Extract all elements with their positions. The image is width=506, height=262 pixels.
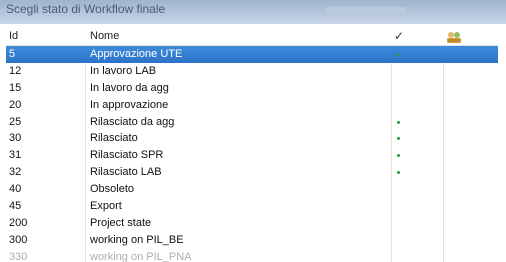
cell-id: 12: [9, 64, 22, 77]
cell-id: 40: [9, 183, 22, 196]
workflow-state-dialog: Scegli stato di Workflow finale Id Nome …: [0, 0, 506, 262]
cell-nome: Obsoleto: [90, 183, 135, 196]
cell-nome: working on PIL_BE: [90, 233, 184, 246]
check-icon[interactable]: ✓: [394, 29, 404, 43]
cell-nome: Project state: [90, 216, 152, 229]
cell-nome: Rilasciato: [90, 132, 138, 145]
cell-id: 32: [9, 166, 22, 179]
table-row[interactable]: 15 In lavoro da agg: [6, 80, 498, 97]
grid-rows: 5 Approvazione UTE 12 In lavoro LAB 15 In lav…: [6, 46, 498, 262]
cell-nome: In lavoro da agg: [90, 81, 169, 94]
table-row[interactable]: 31 Rilasciato SPR: [6, 147, 498, 164]
table-row[interactable]: 45 Export: [6, 198, 498, 215]
table-row[interactable]: 300 working on PIL_BE: [6, 232, 498, 249]
table-row[interactable]: 200 Project state: [6, 215, 498, 232]
window-title: Scegli stato di Workflow finale: [6, 2, 166, 16]
cell-nome: Export: [90, 200, 122, 213]
column-header-nome[interactable]: Nome: [90, 30, 119, 42]
table-row[interactable]: 12 In lavoro LAB: [6, 63, 498, 80]
status-dot-icon: [397, 171, 400, 175]
cell-id: 20: [9, 98, 22, 111]
cell-id: 300: [9, 233, 28, 246]
cell-nome: Rilasciato LAB: [90, 166, 162, 179]
cell-id: 25: [9, 115, 22, 128]
cell-id: 45: [9, 200, 22, 213]
table-row[interactable]: 5 Approvazione UTE: [6, 46, 498, 63]
table-row[interactable]: 32 Rilasciato LAB: [6, 164, 498, 181]
cell-nome: Approvazione UTE: [90, 48, 183, 60]
title-bar-decoration: [326, 7, 406, 17]
status-dot-icon: [397, 53, 400, 56]
table-row[interactable]: 330 working on PIL_PNA: [6, 249, 498, 262]
table-row[interactable]: 40 Obsoleto: [6, 181, 498, 198]
status-dot-icon: [397, 137, 400, 141]
table-row[interactable]: 20 In approvazione: [6, 97, 498, 114]
table-row[interactable]: 30 Rilasciato: [6, 130, 498, 147]
cell-id: 15: [9, 81, 22, 94]
cell-nome: In approvazione: [90, 98, 169, 111]
title-bar: Scegli stato di Workflow finale: [0, 0, 506, 24]
cell-id: 30: [9, 132, 22, 145]
user-group-icon[interactable]: [446, 30, 462, 44]
cell-nome: In lavoro LAB: [90, 64, 157, 77]
cell-nome: Rilasciato SPR: [90, 149, 164, 162]
cell-id: 200: [9, 216, 28, 229]
column-header-id[interactable]: Id: [9, 30, 18, 42]
cell-id: 330: [9, 250, 28, 262]
states-grid: Id Nome ✓ 5 Approvazione UTE 12 In lavoro L…: [6, 28, 498, 262]
grid-header: Id Nome ✓: [6, 28, 498, 46]
status-dot-icon: [397, 120, 400, 124]
cell-id: 5: [9, 48, 16, 60]
cell-id: 31: [9, 149, 22, 162]
cell-nome: Rilasciato da agg: [90, 115, 175, 128]
table-row[interactable]: 25 Rilasciato da agg: [6, 114, 498, 131]
cell-nome: working on PIL_PNA: [90, 250, 192, 262]
status-dot-icon: [397, 154, 400, 158]
